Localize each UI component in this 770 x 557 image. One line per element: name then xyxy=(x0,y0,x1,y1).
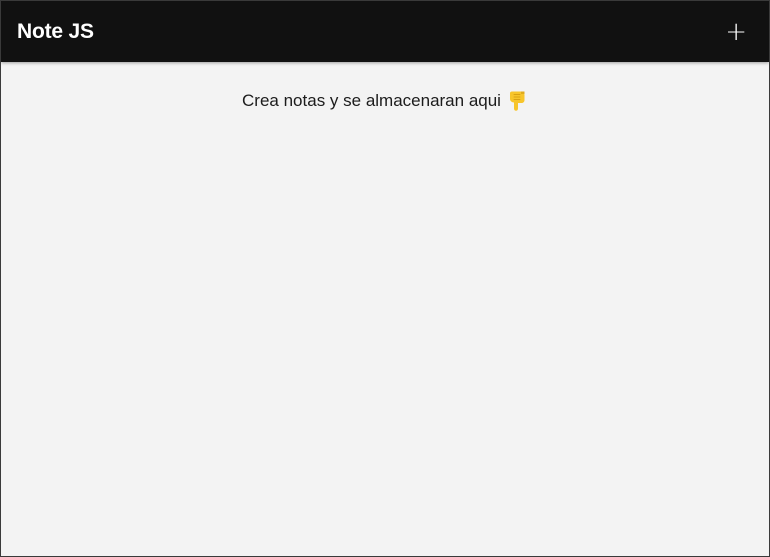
app-title: Note JS xyxy=(17,19,94,43)
add-note-button[interactable]: + xyxy=(721,19,751,45)
empty-state: Crea notas y se almacenaran aqui xyxy=(242,90,528,112)
pointing-down-hand-icon xyxy=(509,91,525,111)
notes-area: Crea notas y se almacenaran aqui xyxy=(1,62,769,112)
top-navbar: Note JS + xyxy=(1,1,769,62)
empty-state-message: Crea notas y se almacenaran aqui xyxy=(242,91,501,110)
app-window: Note JS + Crea notas y se almacenaran aq… xyxy=(0,0,770,557)
